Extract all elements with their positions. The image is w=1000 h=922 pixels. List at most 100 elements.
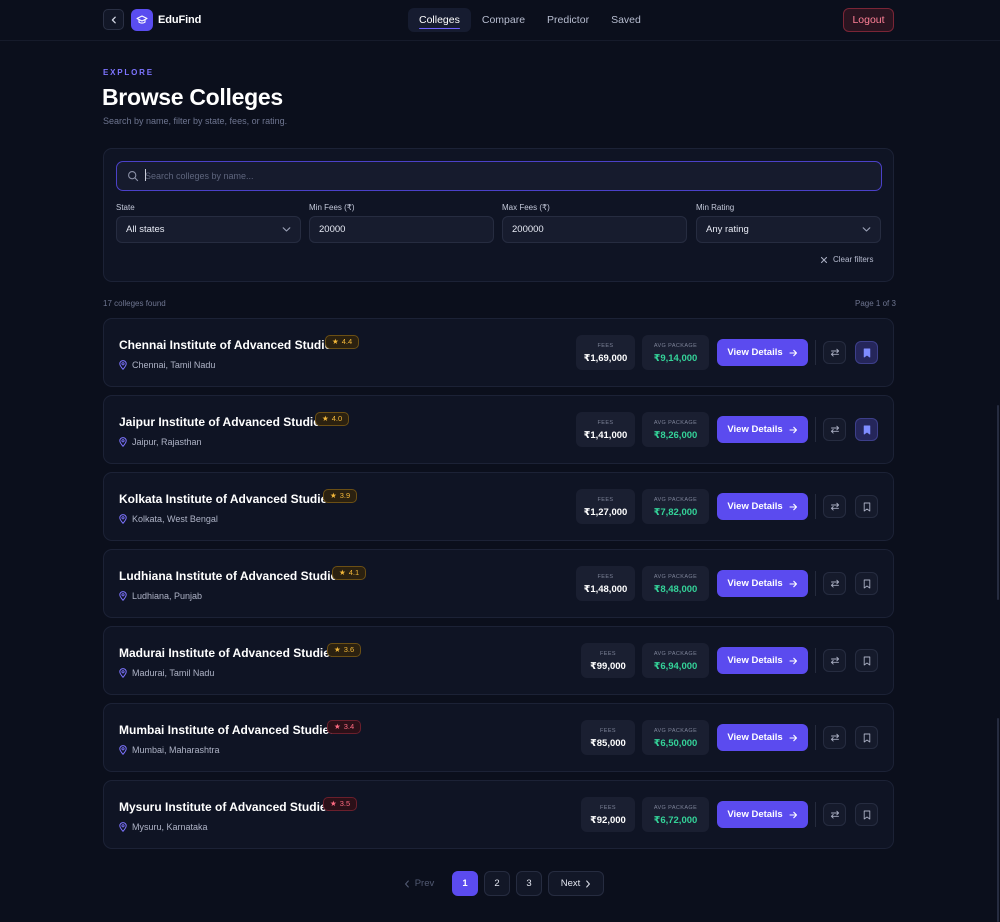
logout-button[interactable]: Logout: [843, 8, 894, 32]
nav-saved[interactable]: Saved: [600, 8, 652, 32]
divider: [815, 417, 816, 442]
arrow-right-icon: [789, 426, 797, 433]
location-text: Kolkata, West Bengal: [132, 514, 218, 524]
college-location: Jaipur, Rajasthan: [119, 437, 202, 447]
compare-button[interactable]: [823, 418, 846, 441]
nav-compare[interactable]: Compare: [471, 8, 536, 32]
arrow-right-icon: [789, 734, 797, 741]
scrollbar-thumb[interactable]: [997, 405, 999, 600]
college-name[interactable]: Mysuru Institute of Advanced Studies: [119, 800, 333, 814]
college-card[interactable]: Mysuru Institute of Advanced Studies ★ 3.…: [103, 780, 894, 849]
college-name[interactable]: Madurai Institute of Advanced Studies: [119, 646, 337, 660]
fees-value: ₹1,41,000: [583, 430, 628, 441]
rating-value: 4.1: [348, 568, 360, 577]
view-details-button[interactable]: View Details: [717, 647, 808, 674]
max-fees-label: Max Fees (₹): [502, 203, 550, 212]
save-button[interactable]: [855, 341, 878, 364]
bookmark-icon: [863, 733, 870, 742]
search-field[interactable]: [116, 161, 882, 191]
rating-badge: ★ 4.1: [332, 566, 367, 580]
fees-label: FEES: [597, 343, 614, 349]
scrollbar-thumb[interactable]: [997, 718, 999, 922]
college-name[interactable]: Kolkata Institute of Advanced Studies: [119, 492, 334, 506]
fees-stat: FEES ₹1,48,000: [576, 566, 635, 601]
view-details-button[interactable]: View Details: [717, 570, 808, 597]
page-button-1[interactable]: 1: [452, 871, 478, 896]
college-name[interactable]: Jaipur Institute of Advanced Studies: [119, 415, 327, 429]
brand-name[interactable]: EduFind: [158, 14, 201, 26]
state-select-value: All states: [126, 224, 165, 235]
compare-button[interactable]: [823, 495, 846, 518]
nav-colleges[interactable]: Colleges: [408, 8, 471, 32]
bookmark-icon: [863, 502, 870, 511]
save-button[interactable]: [855, 572, 878, 595]
college-name[interactable]: Ludhiana Institute of Advanced Studies: [119, 569, 344, 583]
compare-button[interactable]: [823, 572, 846, 595]
location-text: Mysuru, Karnataka: [132, 822, 208, 832]
chevron-left-icon: [111, 16, 116, 23]
avg-package-stat: AVG PACKAGE ₹7,82,000: [642, 489, 709, 524]
min-fees-input[interactable]: 20000: [309, 216, 494, 243]
compare-button[interactable]: [823, 341, 846, 364]
fees-stat: FEES ₹1,41,000: [576, 412, 635, 447]
view-details-label: View Details: [727, 809, 783, 820]
swap-arrows-icon: [830, 348, 839, 357]
rating-value: 3.4: [343, 722, 355, 731]
view-details-button[interactable]: View Details: [717, 724, 808, 751]
page-button-2[interactable]: 2: [484, 871, 510, 896]
compare-button[interactable]: [823, 726, 846, 749]
brand-logo[interactable]: [131, 9, 153, 31]
swap-arrows-icon: [830, 502, 839, 511]
next-page-button[interactable]: Next: [548, 871, 604, 896]
location-text: Jaipur, Rajasthan: [132, 437, 202, 447]
save-button[interactable]: [855, 418, 878, 441]
avg-package-value: ₹8,26,000: [653, 430, 698, 441]
search-input[interactable]: [145, 167, 845, 185]
state-select[interactable]: All states: [116, 216, 301, 243]
save-button[interactable]: [855, 803, 878, 826]
save-button[interactable]: [855, 726, 878, 749]
view-details-button[interactable]: View Details: [717, 493, 808, 520]
college-card[interactable]: Ludhiana Institute of Advanced Studies ★…: [103, 549, 894, 618]
max-fees-input[interactable]: 200000: [502, 216, 687, 243]
college-card[interactable]: Kolkata Institute of Advanced Studies ★ 3…: [103, 472, 894, 541]
fees-value: ₹1,27,000: [583, 507, 628, 518]
map-pin-icon: [119, 437, 127, 447]
college-name[interactable]: Chennai Institute of Advanced Studies: [119, 338, 338, 352]
view-details-button[interactable]: View Details: [717, 416, 808, 443]
view-details-label: View Details: [727, 578, 783, 589]
compare-button[interactable]: [823, 803, 846, 826]
back-button[interactable]: [103, 9, 124, 30]
save-button[interactable]: [855, 649, 878, 672]
view-details-button[interactable]: View Details: [717, 801, 808, 828]
college-name[interactable]: Mumbai Institute of Advanced Studies: [119, 723, 336, 737]
college-card[interactable]: Madurai Institute of Advanced Studies ★ 3…: [103, 626, 894, 695]
page-subtitle: Search by name, filter by state, fees, o…: [103, 116, 288, 126]
nav-predictor[interactable]: Predictor: [536, 8, 600, 32]
page-button-3[interactable]: 3: [516, 871, 542, 896]
page-indicator: Page 1 of 3: [855, 299, 896, 308]
college-location: Mysuru, Karnataka: [119, 822, 208, 832]
avg-package-value: ₹6,72,000: [653, 815, 698, 826]
bookmark-icon: [863, 579, 870, 588]
star-icon: ★: [330, 799, 337, 808]
swap-arrows-icon: [830, 579, 839, 588]
prev-page-label: Prev: [414, 878, 435, 889]
college-card[interactable]: Chennai Institute of Advanced Studies ★ 4…: [103, 318, 894, 387]
avg-package-value: ₹6,94,000: [653, 661, 698, 672]
college-location: Kolkata, West Bengal: [119, 514, 218, 524]
fees-stat: FEES ₹85,000: [581, 720, 635, 755]
college-card[interactable]: Mumbai Institute of Advanced Studies ★ 3.…: [103, 703, 894, 772]
map-pin-icon: [119, 745, 127, 755]
fees-value: ₹85,000: [590, 738, 626, 749]
view-details-button[interactable]: View Details: [717, 339, 808, 366]
college-card[interactable]: Jaipur Institute of Advanced Studies ★ 4.…: [103, 395, 894, 464]
compare-button[interactable]: [823, 649, 846, 672]
swap-arrows-icon: [830, 425, 839, 434]
save-button[interactable]: [855, 495, 878, 518]
min-rating-select[interactable]: Any rating: [696, 216, 881, 243]
prev-page-button[interactable]: Prev: [394, 871, 444, 896]
chevron-left-icon: [404, 879, 409, 888]
clear-filters-button[interactable]: Clear filters: [820, 255, 873, 264]
map-pin-icon: [119, 822, 127, 832]
